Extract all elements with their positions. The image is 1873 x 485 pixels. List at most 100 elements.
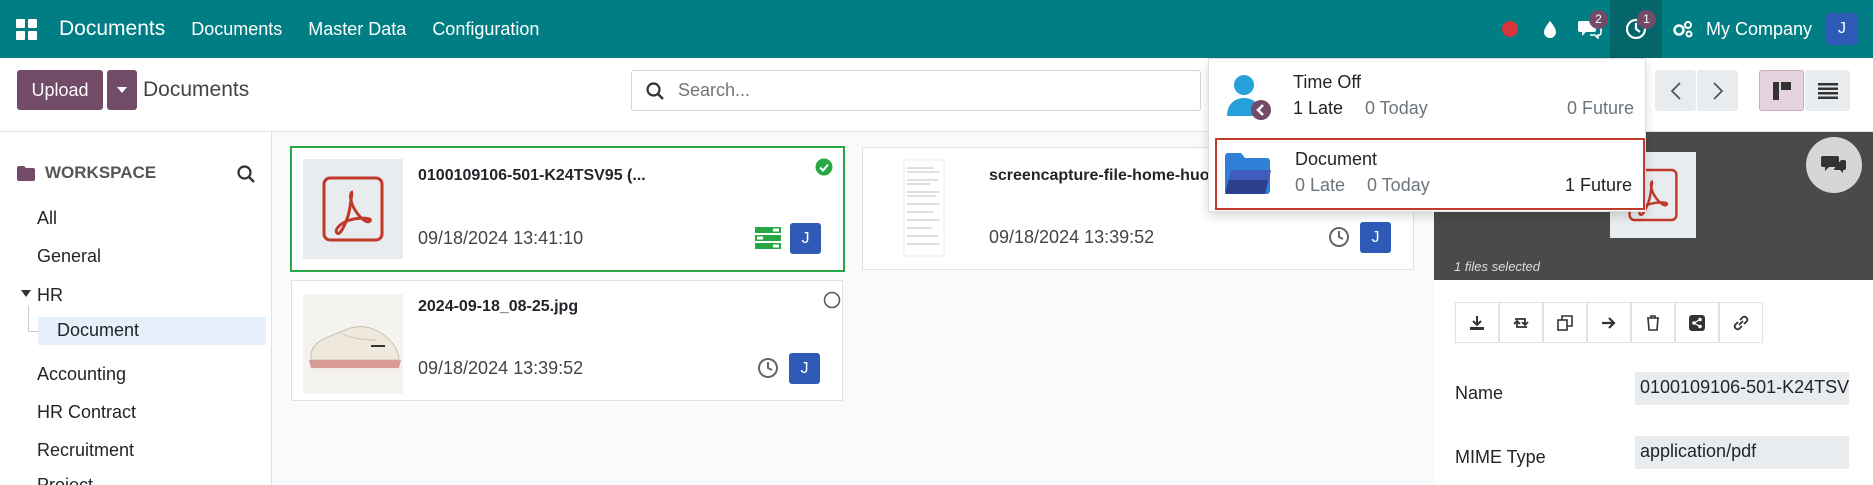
sidebar-item-hr-contract[interactable]: HR Contract [37, 402, 136, 423]
activity-name: Document [1295, 149, 1378, 169]
drop-icon[interactable] [1530, 0, 1570, 58]
owner-avatar[interactable]: J [1360, 222, 1391, 253]
upload-dropdown-button[interactable] [107, 70, 137, 110]
download-icon [1470, 315, 1484, 330]
activity-late-count[interactable]: 0 Late [1295, 175, 1345, 196]
share-button[interactable] [1675, 302, 1719, 343]
selection-count: 1 files selected [1454, 259, 1540, 274]
list-view-button[interactable] [1805, 70, 1850, 111]
sidebar-item-project[interactable]: Project [37, 475, 93, 485]
link-icon [1733, 315, 1749, 330]
app-brand[interactable]: Documents [59, 17, 165, 41]
caret-down-icon [117, 87, 127, 93]
activity-future-count[interactable]: 0 Future [1567, 98, 1634, 119]
apps-menu-icon[interactable] [0, 0, 52, 58]
screenshot-thumbnail-icon [903, 159, 945, 257]
pager-next-button[interactable] [1697, 70, 1738, 111]
checked-circle-icon[interactable] [815, 158, 833, 176]
company-settings-icon [1673, 21, 1693, 38]
chat-icon [1821, 156, 1846, 173]
document-thumbnail [874, 158, 974, 258]
recording-indicator-icon[interactable] [1490, 0, 1530, 58]
activity-late-count[interactable]: 1 Late [1293, 98, 1343, 119]
messages-badge: 2 [1588, 10, 1608, 29]
search-bar[interactable] [631, 70, 1201, 111]
upload-button[interactable]: Upload [17, 70, 103, 110]
clock-icon[interactable] [1328, 226, 1350, 248]
download-button[interactable] [1455, 302, 1499, 343]
delete-button[interactable] [1631, 302, 1675, 343]
sidebar-item-all[interactable]: All [37, 208, 57, 229]
workspace-search-icon[interactable] [237, 165, 255, 188]
activity-group-document[interactable]: Document 0 Late 0 Today 1 Future [1215, 138, 1645, 210]
kanban-icon [1772, 81, 1791, 100]
sidebar-item-accounting[interactable]: Accounting [37, 364, 126, 385]
activity-group-time-off[interactable]: Time Off 1 Late 0 Today 0 Future [1215, 63, 1645, 135]
activity-menu: Time Off 1 Late 0 Today 0 Future Documen… [1208, 58, 1646, 212]
sidebar-item-hr[interactable]: HR [37, 285, 63, 306]
link-button[interactable] [1719, 302, 1763, 343]
document-card[interactable]: 0100109106-501-K24TSV95 (... 09/18/2024 … [290, 146, 845, 272]
duplicate-button[interactable] [1543, 302, 1587, 343]
activity-future-count[interactable]: 1 Future [1565, 175, 1632, 196]
document-thumbnail [303, 294, 403, 394]
document-date: 09/18/2024 13:39:52 [989, 227, 1155, 247]
document-folder-icon [1225, 153, 1271, 194]
menu-configuration[interactable]: Configuration [432, 19, 539, 40]
sidebar-item-general[interactable]: General [37, 246, 101, 267]
inspector-toolbar [1455, 302, 1763, 343]
name-field[interactable]: 0100109106-501-K24TSV95 (...) [1635, 372, 1849, 405]
document-name: 0100109106-501-K24TSV95 (... [418, 167, 646, 184]
activity-today-count[interactable]: 0 Today [1367, 175, 1430, 196]
owner-avatar[interactable]: J [789, 353, 820, 384]
share-icon [1689, 314, 1705, 331]
caret-down-icon[interactable] [21, 290, 31, 297]
time-off-icon [1227, 75, 1271, 120]
chevron-left-icon [1670, 81, 1681, 100]
trash-icon [1647, 314, 1659, 331]
search-input[interactable] [678, 80, 1078, 101]
menu-documents[interactable]: Documents [191, 19, 282, 40]
sidebar-item-document[interactable]: Document [38, 317, 266, 345]
kanban-view-button[interactable] [1759, 70, 1804, 111]
name-label: Name [1455, 383, 1504, 403]
activities-badge: 1 [1636, 10, 1656, 29]
workspace-sidebar: WORKSPACE All General HR Document Accoun… [0, 132, 272, 485]
select-circle-icon[interactable] [823, 291, 841, 309]
activities-icon[interactable]: 1 [1609, 0, 1662, 58]
pager-prev-button[interactable] [1655, 70, 1696, 111]
document-date: 09/18/2024 13:39:52 [418, 358, 584, 378]
workspace-header: WORKSPACE [17, 163, 156, 183]
sidebar-item-recruitment[interactable]: Recruitment [37, 440, 134, 461]
document-name: screencapture-file-home-huon... [989, 167, 1233, 184]
breadcrumb: Documents [143, 78, 250, 101]
clock-icon[interactable] [757, 357, 779, 379]
activity-name: Time Off [1293, 72, 1362, 92]
folder-icon [17, 165, 35, 181]
company-switcher[interactable]: My Company [1672, 19, 1812, 40]
document-thumbnail [303, 159, 403, 259]
replace-button[interactable] [1499, 302, 1543, 343]
document-card[interactable]: 2024-09-18_08-25.jpg 09/18/2024 13:39:52… [291, 280, 843, 401]
mime-type-label: MIME Type [1455, 447, 1546, 467]
document-name: 2024-09-18_08-25.jpg [418, 298, 579, 315]
top-navbar: Documents Documents Master Data Configur… [0, 0, 1873, 58]
user-avatar[interactable]: J [1826, 13, 1858, 45]
move-button[interactable] [1587, 302, 1631, 343]
owner-avatar[interactable]: J [790, 223, 821, 254]
chatter-toggle-button[interactable] [1806, 137, 1862, 193]
sneaker-image [309, 326, 401, 372]
list-icon [1817, 82, 1838, 99]
retweet-icon [1513, 317, 1529, 328]
activity-list-icon[interactable] [755, 227, 781, 249]
tree-connector [28, 306, 38, 332]
workspace-label: WORKSPACE [45, 163, 157, 182]
activity-today-count[interactable]: 0 Today [1365, 98, 1428, 119]
messages-icon[interactable]: 2 [1570, 0, 1610, 58]
pdf-icon [322, 176, 384, 242]
document-date: 09/18/2024 13:41:10 [418, 228, 584, 248]
menu-master-data[interactable]: Master Data [308, 19, 406, 40]
chevron-right-icon [1712, 81, 1723, 100]
arrow-right-icon [1602, 316, 1616, 329]
search-icon [646, 81, 664, 100]
